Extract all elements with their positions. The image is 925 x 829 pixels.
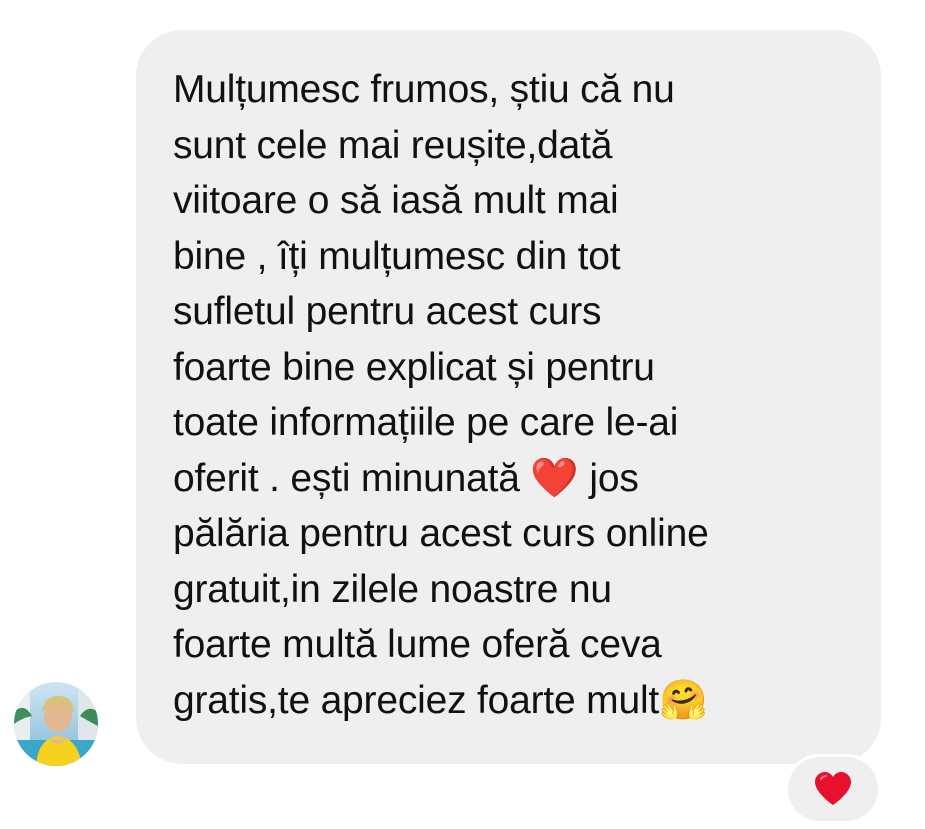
message-line: oferit . ești minunată ❤️ jos <box>173 456 639 500</box>
message-line: foarte multă lume oferă ceva <box>173 623 662 666</box>
message-line: sunt cele mai reușite,dată <box>173 123 613 167</box>
message-line: toate informațiile pe care le-ai <box>173 401 679 444</box>
message-line: pălăria pentru acest curs online <box>173 512 709 555</box>
message-line: gratis,te apreciez foarte mult🤗 <box>173 678 708 722</box>
message-line: foarte bine explicat și pentru <box>173 345 655 389</box>
message-line: Mulțumesc frumos, știu că nu <box>173 68 675 111</box>
red-heart-icon <box>815 772 851 805</box>
heart-reaction-badge[interactable] <box>785 754 881 824</box>
message-text: Mulțumesc frumos, știu că nu sunt cele m… <box>173 62 851 728</box>
message-line: gratuit,in zilele noastre nu <box>173 567 612 611</box>
message-bubble[interactable]: Mulțumesc frumos, știu că nu sunt cele m… <box>136 30 881 764</box>
message-line: bine , îți mulțumesc din tot <box>173 234 621 278</box>
message-line: sufletul pentru acest curs <box>173 290 602 333</box>
profile-photo-icon <box>14 682 98 766</box>
message-line: viitoare o să iasă mult mai <box>173 179 619 222</box>
sender-avatar[interactable] <box>14 682 98 766</box>
